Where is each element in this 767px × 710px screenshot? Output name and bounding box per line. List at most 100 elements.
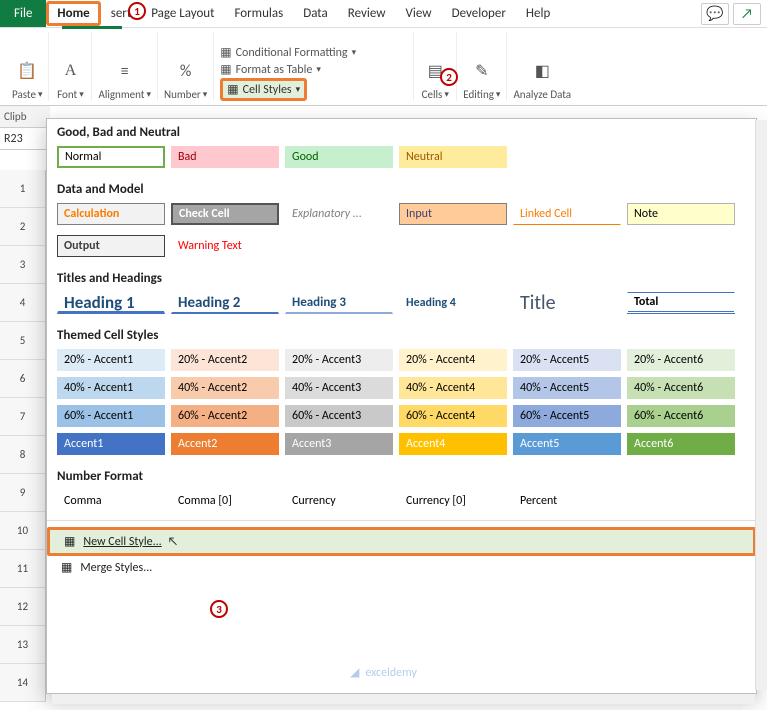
style-good[interactable]: Good [285, 146, 393, 168]
section-data-model: Data and Model [47, 176, 756, 201]
row-header[interactable]: 14 [0, 664, 46, 702]
row-header[interactable]: 4 [0, 284, 46, 322]
style-explanatory[interactable]: Explanatory ... [285, 203, 393, 225]
horizontal-scrollbar[interactable] [52, 694, 755, 704]
style-comma[interactable]: Comma [57, 490, 165, 512]
style-heading4[interactable]: Heading 4 [399, 292, 507, 314]
style-title[interactable]: Title [513, 292, 621, 314]
merge-styles-item[interactable]: ▦ Merge Styles... [47, 556, 756, 579]
style-themed[interactable]: 60% - Accent1 [57, 405, 165, 427]
row-header[interactable]: 11 [0, 550, 46, 588]
style-heading1[interactable]: Heading 1 [57, 292, 165, 314]
font-icon: A [55, 56, 85, 86]
tab-page-layout[interactable]: Page Layout [141, 2, 224, 25]
cell-styles-label: Cell Styles [243, 83, 292, 97]
share-button[interactable]: ↗ [733, 3, 761, 25]
style-warning-text[interactable]: Warning Text [171, 235, 279, 257]
style-themed[interactable]: 40% - Accent3 [285, 377, 393, 399]
style-themed[interactable]: 20% - Accent6 [627, 349, 735, 371]
cell-styles-button[interactable]: ▦ Cell Styles▾ [220, 78, 307, 101]
row-header[interactable]: 13 [0, 626, 46, 664]
group-editing[interactable]: ✎ Editing▾ [457, 32, 507, 101]
share-icon: ↗ [741, 5, 753, 22]
style-themed[interactable]: 20% - Accent3 [285, 349, 393, 371]
style-themed[interactable]: Accent1 [57, 433, 165, 455]
tab-help[interactable]: Help [516, 2, 560, 25]
style-themed[interactable]: 20% - Accent4 [399, 349, 507, 371]
group-number[interactable]: % Number▾ [158, 32, 214, 101]
comments-button[interactable]: 💬 [701, 3, 729, 25]
style-themed[interactable]: 40% - Accent4 [399, 377, 507, 399]
style-themed[interactable]: 20% - Accent5 [513, 349, 621, 371]
editing-icon: ✎ [467, 56, 497, 86]
tab-view[interactable]: View [396, 2, 442, 25]
style-bad[interactable]: Bad [171, 146, 279, 168]
number-icon: % [171, 56, 201, 86]
row-header[interactable]: 8 [0, 436, 46, 474]
tab-data[interactable]: Data [293, 2, 338, 25]
style-currency0[interactable]: Currency [0] [399, 490, 507, 512]
style-linked-cell[interactable]: Linked Cell [513, 203, 621, 225]
row-header[interactable]: 5 [0, 322, 46, 360]
row-header[interactable]: 7 [0, 398, 46, 436]
style-note[interactable]: Note [627, 203, 735, 225]
watermark-text: exceldemy [365, 666, 417, 680]
group-cells[interactable]: ▤ Cells▾ [414, 32, 457, 101]
conditional-formatting-button[interactable]: ▦ Conditional Formatting▾ [220, 44, 356, 61]
watermark: ◢ exceldemy [350, 665, 417, 680]
format-table-label: Format as Table [236, 63, 313, 77]
font-label: Font [57, 88, 77, 101]
style-total[interactable]: Total [627, 292, 735, 314]
style-neutral[interactable]: Neutral [399, 146, 507, 168]
style-normal[interactable]: Normal [57, 146, 165, 168]
style-themed[interactable]: 40% - Accent2 [171, 377, 279, 399]
format-as-table-button[interactable]: ▦ Format as Table▾ [220, 61, 321, 78]
merge-styles-label: Merge Styles... [80, 561, 152, 575]
style-themed[interactable]: 60% - Accent5 [513, 405, 621, 427]
style-input[interactable]: Input [399, 203, 507, 225]
style-calculation[interactable]: Calculation [57, 203, 165, 225]
vertical-scrollbar[interactable] [755, 120, 767, 690]
row-header[interactable]: 1 [0, 170, 46, 208]
cond-format-label: Conditional Formatting [236, 46, 348, 60]
style-themed[interactable]: Accent4 [399, 433, 507, 455]
tab-formulas[interactable]: Formulas [225, 2, 294, 25]
style-heading3[interactable]: Heading 3 [285, 292, 393, 314]
style-output[interactable]: Output [57, 235, 165, 257]
name-box[interactable]: R23 [0, 128, 50, 149]
style-heading2[interactable]: Heading 2 [171, 292, 279, 314]
style-themed[interactable]: 60% - Accent3 [285, 405, 393, 427]
row-header[interactable]: 2 [0, 208, 46, 246]
style-themed[interactable]: 40% - Accent6 [627, 377, 735, 399]
row-header[interactable]: 12 [0, 588, 46, 626]
group-font[interactable]: A Font▾ [49, 32, 92, 101]
style-themed[interactable]: 60% - Accent4 [399, 405, 507, 427]
group-analyze[interactable]: ◧ Analyze Data [507, 32, 577, 101]
group-alignment[interactable]: ≡ Alignment▾ [92, 32, 158, 101]
style-themed[interactable]: Accent2 [171, 433, 279, 455]
paste-icon[interactable]: 📋 [12, 56, 42, 86]
style-themed[interactable]: 20% - Accent2 [171, 349, 279, 371]
row-header[interactable]: 10 [0, 512, 46, 550]
style-check-cell[interactable]: Check Cell [171, 203, 279, 225]
style-comma0[interactable]: Comma [0] [171, 490, 279, 512]
style-themed[interactable]: 40% - Accent1 [57, 377, 165, 399]
style-percent[interactable]: Percent [513, 490, 621, 512]
style-currency[interactable]: Currency [285, 490, 393, 512]
ribbon-home: 📋 Paste▾ A Font▾ ≡ Alignment▾ % Number▾ … [0, 28, 767, 106]
style-themed[interactable]: 60% - Accent2 [171, 405, 279, 427]
style-themed[interactable]: 20% - Accent1 [57, 349, 165, 371]
style-themed[interactable]: 40% - Accent5 [513, 377, 621, 399]
row-header[interactable]: 6 [0, 360, 46, 398]
tab-review[interactable]: Review [338, 2, 396, 25]
style-themed[interactable]: 60% - Accent6 [627, 405, 735, 427]
style-themed[interactable]: Accent6 [627, 433, 735, 455]
row-header[interactable]: 9 [0, 474, 46, 512]
row-header[interactable]: 3 [0, 246, 46, 284]
tab-home[interactable]: Home [46, 1, 100, 26]
new-cell-style-item[interactable]: ▦ New Cell Style... ↖ [47, 527, 756, 556]
style-themed[interactable]: Accent3 [285, 433, 393, 455]
file-tab[interactable]: File [0, 0, 46, 27]
style-themed[interactable]: Accent5 [513, 433, 621, 455]
tab-developer[interactable]: Developer [442, 2, 516, 25]
